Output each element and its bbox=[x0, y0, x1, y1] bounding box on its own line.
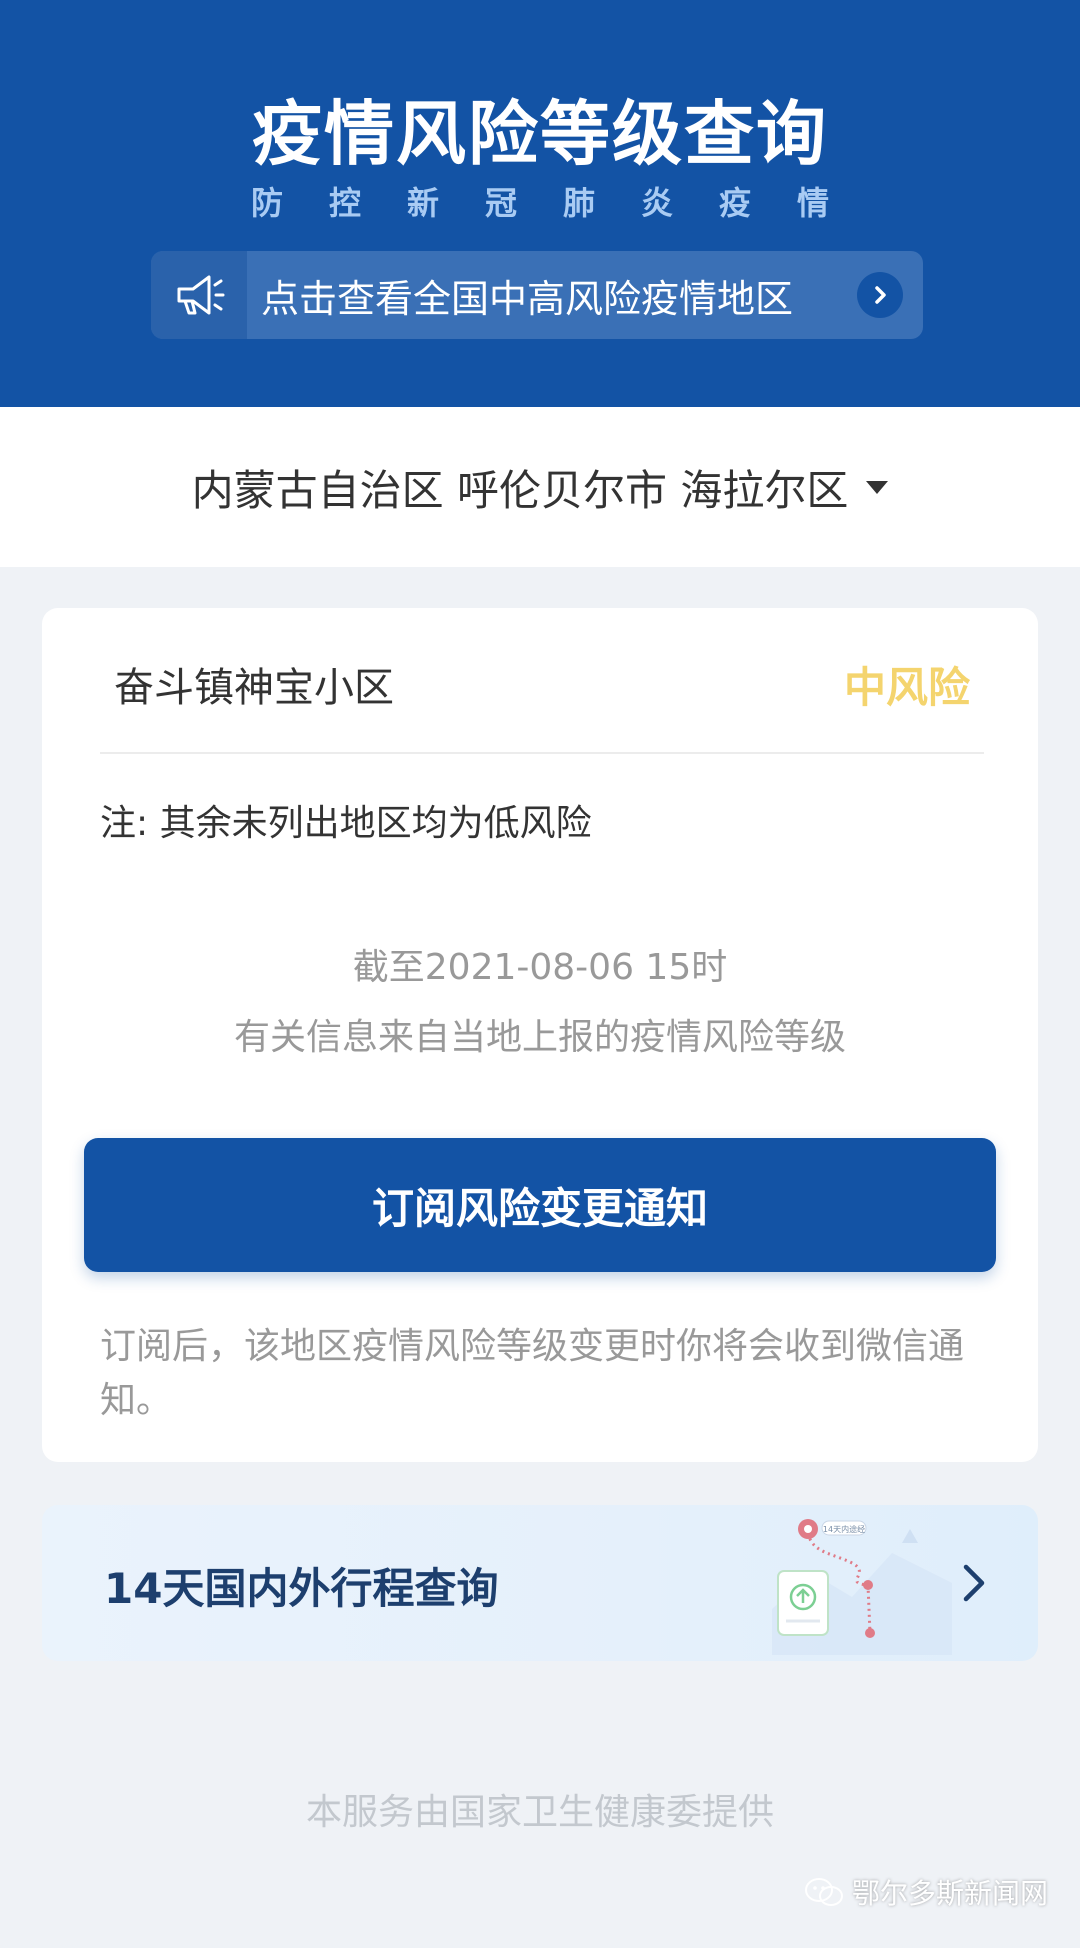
region-label: 内蒙古自治区 呼伦贝尔市 海拉尔区 bbox=[191, 465, 849, 515]
risk-area-row: 奋斗镇神宝小区 中风险 bbox=[100, 646, 984, 722]
header: 疫情风险等级查询 防控新冠肺炎疫情 点击查看全国中高风险疫情地区 bbox=[0, 0, 1080, 407]
high-risk-areas-banner[interactable]: 点击查看全国中高风险疫情地区 bbox=[151, 251, 923, 339]
page-subtitle: 防控新冠肺炎疫情 bbox=[250, 184, 875, 222]
chevron-right-icon bbox=[857, 272, 903, 318]
notice-text: 点击查看全国中高风险疫情地区 bbox=[261, 276, 794, 321]
subscribe-note: 订阅后，该地区疫情风险等级变更时你将会收到微信通知。 bbox=[100, 1326, 965, 1421]
data-source-note: 有关信息来自当地上报的疫情风险等级 bbox=[233, 1017, 846, 1058]
area-name: 奋斗镇神宝小区 bbox=[114, 665, 394, 711]
map-route-illustration: 14天内途经 bbox=[772, 1519, 952, 1655]
page-title: 疫情风险等级查询 bbox=[252, 93, 828, 175]
divider bbox=[100, 752, 984, 754]
footer-provider: 本服务由国家卫生健康委提供 bbox=[305, 1792, 774, 1833]
wechat-icon bbox=[805, 1878, 843, 1906]
risk-card: 奋斗镇神宝小区 中风险 注: 其余未列出地区均为低风险 截至2021-08-06… bbox=[42, 608, 1038, 1462]
risk-level-badge: 中风险 bbox=[843, 662, 970, 712]
illustration-label: 14天内途经 bbox=[823, 1524, 865, 1534]
trip-query-label: 14天国内外行程查询 bbox=[104, 1564, 499, 1613]
caret-down-icon bbox=[866, 480, 889, 494]
as-of-time: 截至2021-08-06 15时 bbox=[352, 947, 728, 988]
megaphone-icon bbox=[151, 251, 247, 339]
trip-query-card[interactable]: 14天国内外行程查询 14天内途经 bbox=[42, 1505, 1038, 1661]
watermark-text: 鄂尔多斯新闻网 bbox=[852, 1877, 1049, 1910]
subscribe-button[interactable]: 订阅风险变更通知 bbox=[84, 1138, 996, 1272]
low-risk-note: 注: 其余未列出地区均为低风险 bbox=[100, 803, 592, 844]
region-selector[interactable]: 内蒙古自治区 呼伦贝尔市 海拉尔区 bbox=[0, 407, 1080, 567]
watermark: 鄂尔多斯新闻网 bbox=[804, 1872, 1048, 1912]
chevron-right-icon bbox=[963, 1564, 985, 1602]
